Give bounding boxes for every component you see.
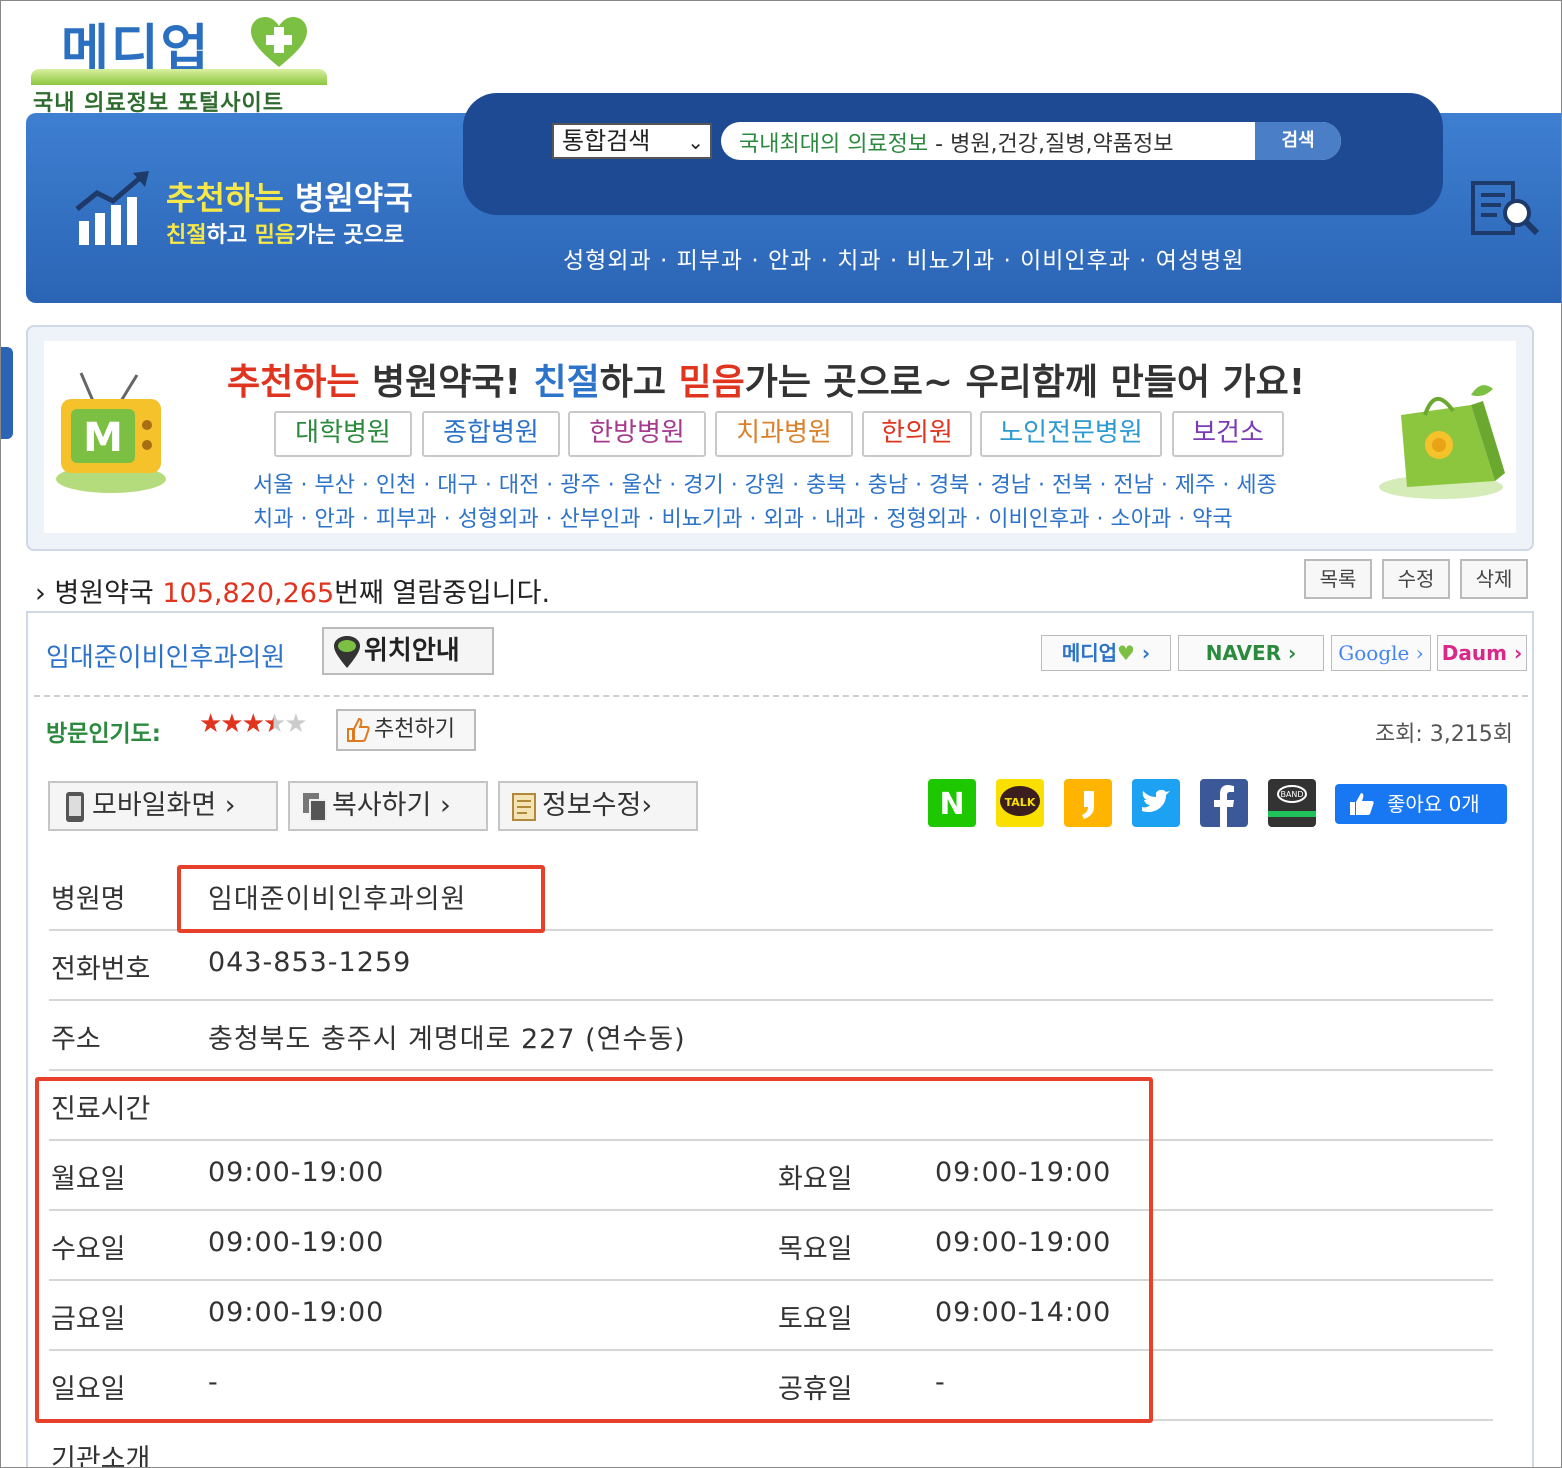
address-label: 주소 [51, 1024, 101, 1055]
svg-text:BAND: BAND [1280, 790, 1303, 799]
category-button-korean-clinic[interactable]: 한의원 [862, 411, 972, 457]
mobile-view-button[interactable]: 모바일화면 › [48, 781, 278, 831]
popularity-label: 방문인기도: [46, 721, 161, 747]
hospital-title: 임대준이비인후과의원 [46, 643, 286, 673]
medi-up-link[interactable]: 메디업♥ › [1041, 635, 1171, 671]
edit-info-button[interactable]: 정보수정› [498, 781, 698, 831]
kakao-story-icon[interactable] [1064, 779, 1112, 827]
department-nav[interactable]: 성형외과 · 피부과 · 안과 · 치과 · 비뇨기과 · 이비인후과 · 여성… [563, 241, 1244, 275]
shopping-bag-icon [1379, 385, 1505, 499]
highlight-box-name [177, 865, 545, 933]
thumbs-up-icon [1350, 793, 1374, 815]
google-link[interactable]: Google › [1331, 635, 1431, 671]
chart-growth-icon [75, 171, 149, 245]
phone-value[interactable]: 043-853-1259 [208, 947, 411, 978]
address-value: 충청북도 충주시 계명대로 227 (연수동) [208, 1024, 686, 1055]
category-button-dental[interactable]: 치과병원 [715, 411, 853, 457]
edit-button[interactable]: 수정 [1382, 559, 1450, 599]
svg-text:M: M [83, 415, 123, 461]
kakao-talk-icon[interactable]: TALK [996, 779, 1044, 827]
side-tab[interactable] [1, 347, 13, 439]
category-button-university[interactable]: 대학병원 [274, 411, 412, 457]
search-button[interactable]: 검색 [1255, 122, 1341, 160]
view-count: 조회: 3,215회 [1374, 722, 1513, 747]
chevron-down-icon: ⌄ [687, 130, 704, 154]
recommend-button[interactable]: 추천하기 [336, 709, 476, 751]
page-frame: 메디업 국내 의료정보 포털사이트 통합검색 ⌄ 국내최대의 의료정보 - 병원… [0, 0, 1562, 1468]
naver-blog-icon[interactable]: N [928, 779, 976, 827]
delete-button[interactable]: 삭제 [1460, 559, 1528, 599]
facebook-like-button[interactable]: 좋아요 0개 [1335, 784, 1507, 824]
banner-title: 추천하는 병원약국 [166, 179, 413, 217]
search-type-value: 통합검색 [562, 127, 651, 155]
edit-document-icon [512, 793, 536, 821]
twitter-icon[interactable] [1132, 779, 1180, 827]
copy-button[interactable]: 복사하기 › [288, 781, 488, 831]
view-count-line: › 병원약국 105,820,265번째 열람중입니다. [35, 578, 551, 609]
search-placeholder: 국내최대의 의료정보 - 병원,건강,질병,약품정보 [739, 132, 1174, 157]
intro-label: 기관소개 [51, 1444, 151, 1468]
list-button[interactable]: 목록 [1304, 559, 1372, 599]
heart-plus-icon [251, 17, 307, 67]
rating-stars: ★★★★★ [199, 709, 308, 739]
band-icon[interactable]: BAND [1268, 779, 1316, 827]
svg-text:N: N [939, 787, 964, 822]
document-search-icon[interactable] [1471, 177, 1545, 237]
location-button[interactable]: 위치안내 [322, 627, 494, 675]
mobile-phone-icon [66, 792, 84, 822]
region-links[interactable]: 서울 · 부산 · 인천 · 대구 · 대전 · 광주 · 울산 · 경기 · … [253, 467, 1277, 499]
category-button-health-center[interactable]: 보건소 [1172, 411, 1284, 457]
phone-label: 전화번호 [51, 954, 151, 985]
highlight-box-hours [35, 1077, 1153, 1423]
daum-link[interactable]: Daum › [1437, 635, 1527, 671]
dashed-divider [34, 695, 1528, 697]
category-button-oriental[interactable]: 한방병원 [568, 411, 706, 457]
site-logo[interactable]: 메디업 국내 의료정보 포털사이트 [31, 7, 331, 116]
row-divider [49, 999, 1493, 1001]
svg-text:TALK: TALK [1005, 796, 1036, 809]
row-divider [49, 1069, 1493, 1071]
search-input[interactable]: 국내최대의 의료정보 - 병원,건강,질병,약품정보 검색 [721, 122, 1341, 160]
facebook-icon[interactable] [1200, 779, 1248, 827]
department-links[interactable]: 치과 · 안과 · 피부과 · 성형외과 · 산부인과 · 비뇨기과 · 외과 … [253, 501, 1233, 533]
category-headline: 추천하는 병원약국! 친절하고 믿음가는 곳으로~ 우리함께 만들어 가요! [227, 362, 1306, 403]
banner-subtitle: 친절하고 믿음가는 곳으로 [166, 223, 404, 248]
chevron-right-icon: › [35, 578, 46, 609]
hospital-name-label: 병원명 [51, 884, 126, 915]
logo-grass [31, 69, 327, 85]
category-button-senior[interactable]: 노인전문병원 [980, 411, 1162, 457]
naver-link[interactable]: NAVER › [1178, 635, 1324, 671]
tv-mascot-icon: M [56, 372, 166, 493]
search-type-select[interactable]: 통합검색 ⌄ [552, 123, 712, 159]
category-button-general[interactable]: 종합병원 [422, 411, 560, 457]
thumbs-up-icon [347, 717, 370, 742]
copy-icon [303, 793, 327, 822]
map-pin-icon [334, 636, 360, 668]
